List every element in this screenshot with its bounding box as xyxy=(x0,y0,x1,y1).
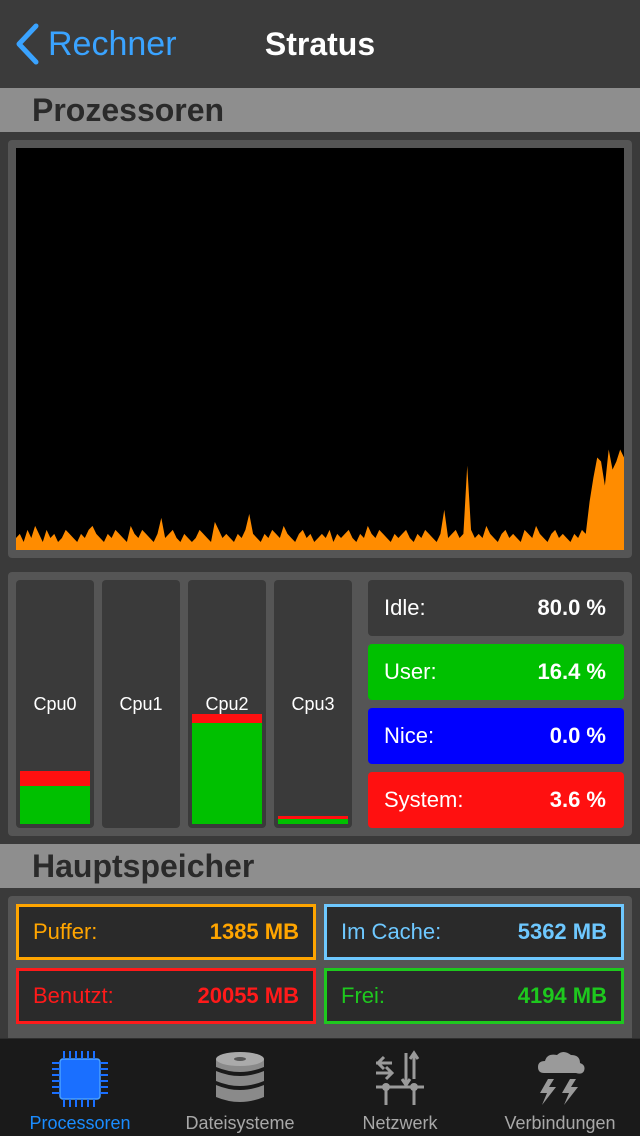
memory-puffer-value: 1385 MB xyxy=(209,919,299,944)
cpu-bar-3: Cpu3 xyxy=(274,580,352,828)
cpu-history-graph xyxy=(16,449,624,550)
page-title: Stratus xyxy=(264,26,376,62)
stat-nice: Nice: 0.0 % xyxy=(368,708,624,764)
tab-network-label: Netzwerk xyxy=(362,1113,438,1133)
stat-user: User: 16.4 % xyxy=(368,644,624,700)
cpu-bar-2: Cpu2 xyxy=(188,580,266,828)
tab-connections[interactable]: Verbindungen xyxy=(480,1039,640,1136)
section-header-memory: Hauptspeicher xyxy=(0,844,640,888)
stat-user-value: 16.4 % xyxy=(537,659,607,684)
stat-idle-label: Idle: xyxy=(384,595,426,620)
cpu-history-chart xyxy=(16,148,624,550)
memory-used-value: 20055 MB xyxy=(197,983,299,1008)
stat-nice-value: 0.0 % xyxy=(549,723,606,748)
cpu-bar-fill xyxy=(20,771,90,824)
stat-system: System: 3.6 % xyxy=(368,772,624,828)
cpu-bar-label: Cpu0 xyxy=(33,694,77,714)
cpu-bar-label: Cpu2 xyxy=(205,694,249,714)
stat-system-value: 3.6 % xyxy=(549,787,606,812)
memory-puffer: Puffer: 1385 MB xyxy=(16,904,316,960)
cpu-user-segment xyxy=(278,819,348,824)
tab-bar: Processoren Dateisysteme Netzwerk Verbin… xyxy=(0,1038,640,1136)
memory-cache-value: 5362 MB xyxy=(517,919,607,944)
cpu-user-segment xyxy=(20,785,90,824)
stat-idle-value: 80.0 % xyxy=(537,595,607,620)
cpu-bar-0: Cpu0 xyxy=(16,580,94,828)
memory-used-label: Benutzt: xyxy=(33,983,114,1008)
disk-stack-icon xyxy=(208,1047,272,1111)
memory-free-value: 4194 MB xyxy=(517,983,607,1008)
cpu-system-segment xyxy=(192,713,262,724)
storm-cloud-icon xyxy=(528,1047,592,1111)
memory-free: Frei: 4194 MB xyxy=(324,968,624,1024)
tab-filesystems-label: Dateisysteme xyxy=(185,1113,295,1133)
memory-puffer-label: Puffer: xyxy=(33,919,98,944)
tab-filesystems[interactable]: Dateisysteme xyxy=(160,1039,320,1136)
cpu-history-area xyxy=(16,449,624,550)
memory-cache-label: Im Cache: xyxy=(341,919,442,944)
stat-idle: Idle: 80.0 % xyxy=(368,580,624,636)
cpu-bar-1: Cpu1 xyxy=(102,580,180,828)
tab-network[interactable]: Netzwerk xyxy=(320,1039,480,1136)
tab-connections-label: Verbindungen xyxy=(504,1113,616,1133)
section-header-processors: Prozessoren xyxy=(0,88,640,132)
memory-free-label: Frei: xyxy=(341,983,385,1008)
cpu-user-segment xyxy=(192,723,262,824)
memory-used: Benutzt: 20055 MB xyxy=(16,968,316,1024)
stat-system-label: System: xyxy=(384,787,464,812)
cpu-bar-label: Cpu1 xyxy=(119,694,163,714)
cpu-system-segment xyxy=(20,771,90,786)
cpu-chip-icon xyxy=(48,1047,112,1111)
tab-processors[interactable]: Processoren xyxy=(0,1039,160,1136)
navigation-bar: Rechner Stratus xyxy=(0,0,640,88)
cpu-bar-fill xyxy=(192,713,262,824)
cpu-bar-fill xyxy=(278,815,348,824)
stat-nice-label: Nice: xyxy=(384,723,435,748)
memory-cache: Im Cache: 5362 MB xyxy=(324,904,624,960)
cpu-bar-label: Cpu3 xyxy=(291,694,335,714)
tab-processors-label: Processoren xyxy=(29,1113,131,1133)
network-icon xyxy=(368,1047,432,1111)
stat-user-label: User: xyxy=(384,659,437,684)
